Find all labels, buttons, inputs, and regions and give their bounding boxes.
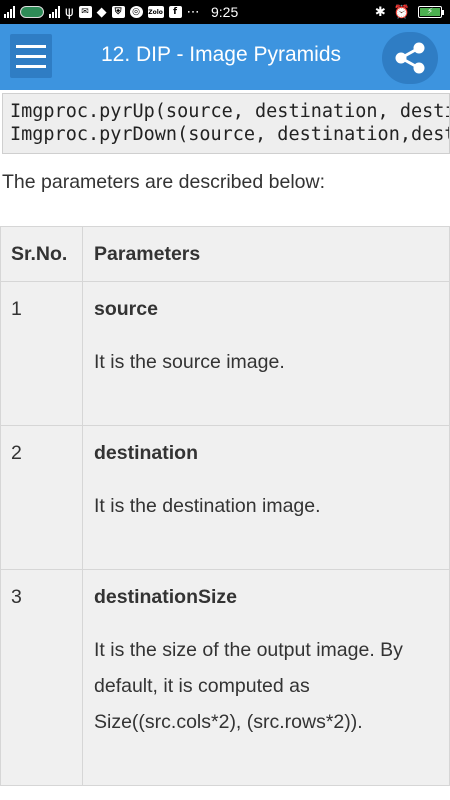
row-number: 2 [0,425,83,570]
shield-icon: ⛨ [111,6,125,18]
code-line: Imgproc.pyrUp(source, destination, desti… [10,101,449,122]
row-parameter: destinationSize It is the size of the ou… [82,569,450,786]
parameter-name: destinationSize [94,586,238,608]
row-parameter: destination It is the destination image. [82,425,450,570]
table-header-row: Sr.No. Parameters [0,226,450,282]
table-row: 3 destinationSize It is the size of the … [0,569,450,786]
parameter-description: It is the source image. [94,351,285,373]
header-parameters: Parameters [82,226,450,282]
chrome-icon: ◎ [129,6,143,18]
share-button[interactable] [382,32,438,84]
row-number: 3 [0,569,83,786]
status-time: 9:25 [211,4,239,20]
page-title: 12. DIP - Image Pyramids [100,43,342,66]
status-right-icons: ✱ ⏰ ⚡ [374,3,444,21]
code-block[interactable]: Imgproc.pyrUp(source, destination, dest i… [2,93,450,154]
dots-icon: ⋯ [186,4,200,20]
vpn-icon: ◆ [96,4,107,20]
parameters-table: Sr.No. Parameters 1 source It is the sou… [0,226,450,786]
carrier-icon [20,6,44,18]
usb-icon: ψ [65,4,74,20]
intro-text: The parameters are described below: [2,171,325,193]
bluetooth-icon: ✱ [374,4,386,20]
hamburger-menu-icon[interactable] [10,34,52,78]
parameter-description: It is the size of the output image. By d… [94,639,403,733]
battery-charging-icon: ⚡ [418,6,444,18]
header-sr-no: Sr.No. [0,226,83,282]
parameter-description: It is the destination image. [94,495,321,517]
row-number: 1 [0,281,83,426]
parameter-name: source [94,298,158,320]
alarm-icon: ⏰ [393,4,410,20]
facebook-icon: f [168,6,182,18]
status-left-icons: ψ ✉ ◆ ⛨ ◎ Zolo f ⋯ [4,3,200,21]
signal-icon [4,6,15,18]
signal-icon [49,6,60,18]
share-icon [395,42,425,74]
row-parameter: source It is the source image. [82,281,450,426]
status-bar: ψ ✉ ◆ ⛨ ◎ Zolo f ⋯ 9:25 ✱ ⏰ ⚡ [0,0,450,24]
app-bar: 12. DIP - Image Pyramids [0,24,450,90]
code-line: Imgproc.pyrDown(source, destination,dest… [10,124,449,145]
parameter-name: destination [94,442,199,464]
table-row: 1 source It is the source image. [0,281,450,426]
table-row: 2 destination It is the destination imag… [0,425,450,570]
mail-icon: ✉ [78,6,92,18]
zolo-icon: Zolo [147,6,164,18]
